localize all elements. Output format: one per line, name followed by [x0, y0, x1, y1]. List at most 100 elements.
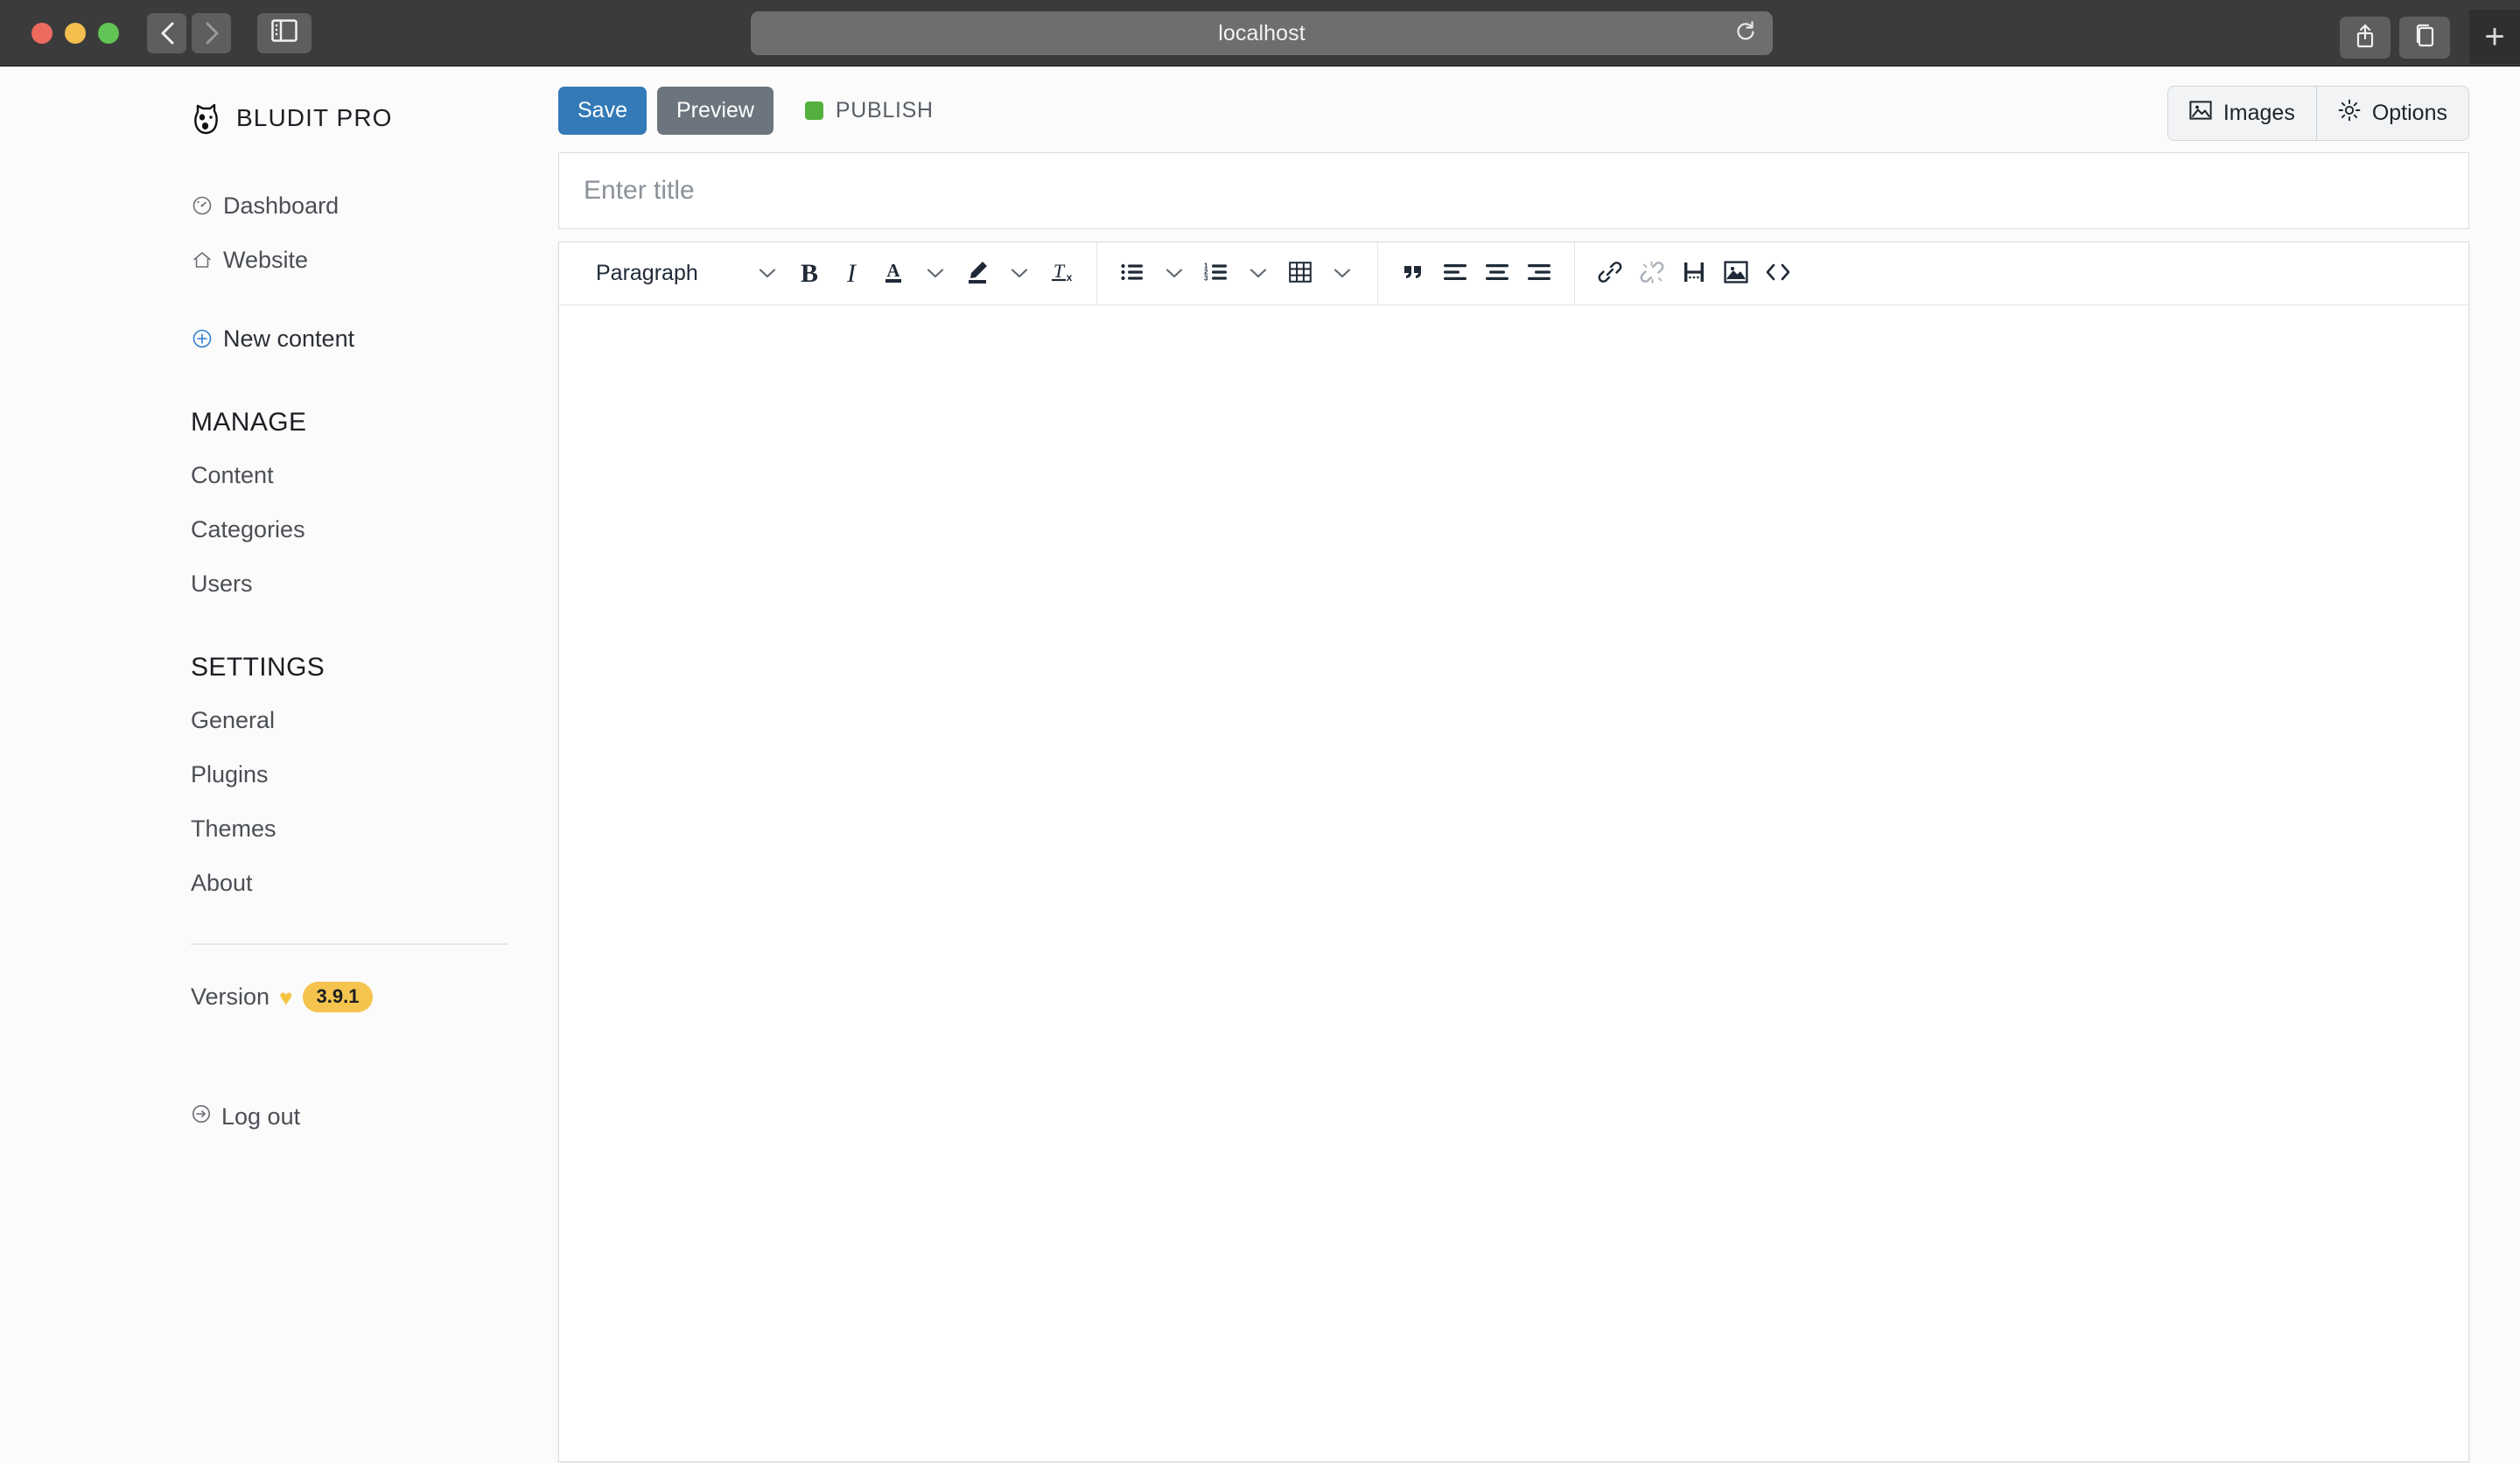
editor-content-area[interactable] — [559, 305, 2468, 1461]
sidebar-item-users[interactable]: Users — [0, 556, 508, 611]
text-color-chevron-down-icon[interactable] — [914, 253, 956, 295]
align-center-button[interactable] — [1476, 253, 1518, 295]
bullet-list-chevron-down-icon[interactable] — [1153, 253, 1195, 295]
sidebar-divider — [191, 943, 508, 945]
editor-tools-group: Images Opti — [2167, 86, 2469, 141]
unlink-icon — [1640, 260, 1664, 287]
home-icon — [191, 248, 214, 271]
address-bar-container: localhost — [751, 11, 1773, 55]
table-button[interactable] — [1279, 253, 1321, 295]
publish-status[interactable]: PUBLISH — [805, 98, 934, 123]
tab-overview-icon — [2413, 24, 2436, 52]
bold-button[interactable]: B — [788, 253, 830, 295]
sidebar-item-categories[interactable]: Categories — [0, 502, 508, 556]
new-tab-button[interactable]: + — [2469, 10, 2520, 64]
sidebar-item-label: About — [191, 870, 253, 897]
browser-chrome-right: + — [2340, 11, 2520, 64]
tab-overview-button[interactable] — [2399, 17, 2450, 59]
sidebar-item-label: Users — [191, 570, 253, 598]
highlight-button[interactable] — [956, 253, 998, 295]
toolbar-group-align — [1377, 242, 1574, 304]
sidebar-settings-nav: General Plugins Themes About — [0, 693, 508, 910]
share-button[interactable] — [2340, 17, 2390, 59]
brand[interactable]: BLUDIT PRO — [0, 93, 508, 144]
sidebar-item-about[interactable]: About — [0, 856, 508, 910]
version-row: Version ♥ 3.9.1 — [0, 982, 508, 1012]
maximize-window-button[interactable] — [98, 23, 119, 44]
close-window-button[interactable] — [32, 23, 52, 44]
preview-button[interactable]: Preview — [657, 87, 774, 135]
italic-button[interactable]: I — [830, 253, 872, 295]
link-button[interactable] — [1589, 253, 1631, 295]
table-chevron-down-icon[interactable] — [1321, 253, 1363, 295]
address-bar-text: localhost — [1218, 21, 1306, 46]
text-color-button[interactable]: A — [872, 253, 914, 295]
save-button[interactable]: Save — [558, 87, 647, 135]
source-code-button[interactable] — [1757, 253, 1799, 295]
svg-text:3: 3 — [1204, 275, 1208, 283]
svg-text:x: x — [1067, 271, 1073, 284]
editor-action-bar: Save Preview PUBLISH Images — [558, 84, 2469, 136]
bullet-list-button[interactable] — [1111, 253, 1153, 295]
block-format-chevron-down-icon[interactable] — [746, 253, 788, 295]
title-placeholder: Enter title — [584, 176, 695, 206]
sidebar-item-themes[interactable]: Themes — [0, 802, 508, 856]
sidebar-section-settings-title: SETTINGS — [0, 653, 508, 682]
images-button[interactable]: Images — [2168, 87, 2316, 140]
horizontal-rule-button[interactable] — [1673, 253, 1715, 295]
plus-circle-icon — [191, 327, 214, 350]
window-traffic-lights — [32, 23, 119, 44]
align-left-icon — [1443, 262, 1467, 284]
chevron-left-icon — [158, 20, 177, 46]
toolbar-group-insert — [1574, 242, 1813, 304]
minimize-window-button[interactable] — [65, 23, 86, 44]
sidebar-item-label: New content — [223, 326, 354, 353]
sidebar-spacer — [0, 287, 508, 312]
gear-icon — [2338, 99, 2361, 128]
bludit-dog-logo-icon — [191, 101, 222, 136]
sidebar-item-label: Themes — [191, 816, 276, 843]
options-button[interactable]: Options — [2316, 87, 2468, 140]
sidebar-toggle-button[interactable] — [257, 13, 312, 53]
browser-chrome-left — [16, 13, 312, 53]
navigation-buttons — [147, 13, 231, 53]
heart-icon: ♥ — [279, 986, 292, 1009]
numbered-list-button[interactable]: 1 2 3 — [1195, 253, 1237, 295]
numbered-list-chevron-down-icon[interactable] — [1237, 253, 1279, 295]
insert-image-button[interactable] — [1715, 253, 1757, 295]
numbered-list-icon: 1 2 3 — [1203, 262, 1229, 285]
sidebar-item-dashboard[interactable]: Dashboard — [0, 178, 508, 233]
bullet-list-icon — [1120, 262, 1144, 285]
blockquote-button[interactable] — [1392, 253, 1434, 295]
align-left-button[interactable] — [1434, 253, 1476, 295]
sidebar-section-manage-title: MANAGE — [0, 408, 508, 438]
title-input[interactable]: Enter title — [558, 152, 2469, 229]
unlink-button[interactable] — [1631, 253, 1673, 295]
sidebar-item-plugins[interactable]: Plugins — [0, 747, 508, 802]
align-right-icon — [1527, 262, 1551, 284]
sidebar-panel-icon — [271, 19, 298, 46]
logout-button[interactable]: Log out — [0, 1103, 508, 1130]
block-format-select[interactable]: Paragraph — [589, 261, 746, 286]
image-icon — [1724, 261, 1748, 286]
sidebar-item-label: Website — [223, 247, 308, 274]
editor-toolbar: Paragraph B I A — [559, 242, 2468, 305]
sidebar-item-content[interactable]: Content — [0, 448, 508, 502]
sidebar-item-website[interactable]: Website — [0, 233, 508, 287]
clear-formatting-button[interactable]: T x — [1040, 253, 1082, 295]
back-button[interactable] — [147, 13, 186, 53]
address-bar[interactable]: localhost — [751, 11, 1773, 55]
svg-text:A: A — [886, 260, 900, 281]
table-icon — [1289, 262, 1312, 285]
brand-name: BLUDIT PRO — [236, 104, 393, 132]
highlight-chevron-down-icon[interactable] — [998, 253, 1040, 295]
sidebar-item-general[interactable]: General — [0, 693, 508, 747]
sidebar-primary-nav: Dashboard Website — [0, 178, 508, 366]
clear-format-icon: T x — [1049, 259, 1074, 288]
image-icon — [2189, 101, 2212, 126]
reload-button[interactable] — [1732, 20, 1759, 46]
forward-button[interactable] — [192, 13, 231, 53]
sidebar-item-new-content[interactable]: New content — [0, 312, 508, 366]
align-right-button[interactable] — [1518, 253, 1560, 295]
horizontal-rule-icon — [1682, 261, 1706, 286]
